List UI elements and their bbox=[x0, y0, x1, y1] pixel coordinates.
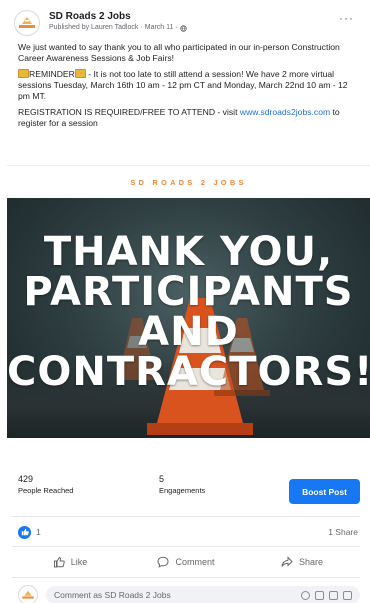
post-paragraph: We just wanted to say thank you to all w… bbox=[18, 42, 340, 63]
people-reached-stat[interactable]: 429 People Reached bbox=[18, 474, 73, 496]
divider bbox=[12, 516, 360, 517]
comment-placeholder: Comment as SD Roads 2 Jobs bbox=[54, 590, 171, 600]
thumbs-up-icon bbox=[53, 556, 65, 568]
like-button[interactable]: Like bbox=[12, 552, 128, 572]
published-by: Published by Lauren Tadlock bbox=[49, 24, 139, 31]
page-avatar[interactable] bbox=[14, 10, 40, 36]
reactions-bar: 1 1 Share bbox=[18, 524, 358, 540]
share-icon bbox=[281, 556, 293, 567]
thumbs-up-icon bbox=[21, 528, 29, 536]
engagements-label: Engagements bbox=[159, 486, 206, 495]
more-options-icon[interactable]: ··· bbox=[339, 12, 354, 24]
post-paragraph: REMINDER - It is not too late to still a… bbox=[18, 69, 358, 102]
comment-input[interactable]: Comment as SD Roads 2 Jobs bbox=[46, 586, 360, 603]
boost-post-button[interactable]: Boost Post bbox=[289, 479, 360, 504]
emoji-icon[interactable] bbox=[301, 590, 310, 600]
logo-icon bbox=[19, 17, 35, 28]
engagements-stat[interactable]: 5 Engagements bbox=[159, 474, 205, 496]
calendar-emoji-icon bbox=[18, 69, 29, 78]
globe-icon bbox=[180, 24, 187, 32]
meta-separator: · bbox=[175, 24, 178, 31]
post-actions: Like Comment Share bbox=[12, 552, 360, 572]
commenter-avatar bbox=[18, 585, 38, 603]
website-link[interactable]: www.sdroads2jobs.com bbox=[240, 107, 330, 117]
registration-text: REGISTRATION IS REQUIRED/FREE TO ATTEND … bbox=[18, 107, 240, 117]
gif-icon[interactable] bbox=[329, 590, 338, 600]
post-header: SD Roads 2 Jobs Published by Lauren Tadl… bbox=[14, 10, 360, 40]
people-reached-label: People Reached bbox=[18, 486, 74, 495]
post-insights: 429 People Reached 5 Engagements Boost P… bbox=[18, 474, 360, 510]
post-text: We just wanted to say thank you to all w… bbox=[18, 42, 358, 134]
facebook-post: SD Roads 2 Jobs Published by Lauren Tadl… bbox=[0, 0, 370, 603]
meta-separator: · bbox=[140, 24, 143, 31]
post-meta: Published by Lauren Tadlock · March 11 · bbox=[49, 23, 187, 33]
share-button[interactable]: Share bbox=[244, 552, 360, 572]
banner-strip: SD ROADS 2 JOBS bbox=[7, 165, 370, 198]
like-label: Like bbox=[70, 557, 88, 567]
like-reaction-icon[interactable] bbox=[18, 525, 31, 539]
page-name[interactable]: SD Roads 2 Jobs bbox=[49, 10, 187, 23]
reaction-count[interactable]: 1 bbox=[36, 527, 41, 537]
sticker-icon[interactable] bbox=[343, 590, 352, 600]
logo-icon bbox=[22, 590, 34, 599]
engagements-value: 5 bbox=[159, 474, 165, 484]
camera-icon[interactable] bbox=[315, 590, 324, 600]
comment-composer: Comment as SD Roads 2 Jobs bbox=[18, 584, 360, 603]
post-paragraph: REGISTRATION IS REQUIRED/FREE TO ATTEND … bbox=[18, 107, 358, 129]
post-date[interactable]: March 11 bbox=[145, 23, 174, 33]
comment-tools bbox=[301, 590, 352, 600]
comment-button[interactable]: Comment bbox=[128, 552, 244, 572]
calendar-emoji-icon bbox=[74, 69, 86, 78]
post-image[interactable]: THANK YOU, PARTICIPANTS AND CONTRACTORS! bbox=[7, 198, 370, 438]
comment-icon bbox=[157, 556, 169, 568]
reminder-label: REMINDER bbox=[29, 69, 75, 79]
people-reached-value: 429 bbox=[18, 474, 34, 484]
comment-label: Comment bbox=[175, 557, 215, 567]
share-count[interactable]: 1 Share bbox=[328, 527, 358, 537]
image-headline: THANK YOU, PARTICIPANTS AND CONTRACTORS! bbox=[7, 229, 370, 395]
banner-brand: SD ROADS 2 JOBS bbox=[130, 177, 247, 187]
divider bbox=[12, 546, 360, 547]
share-label: Share bbox=[298, 557, 324, 567]
divider bbox=[12, 577, 360, 578]
